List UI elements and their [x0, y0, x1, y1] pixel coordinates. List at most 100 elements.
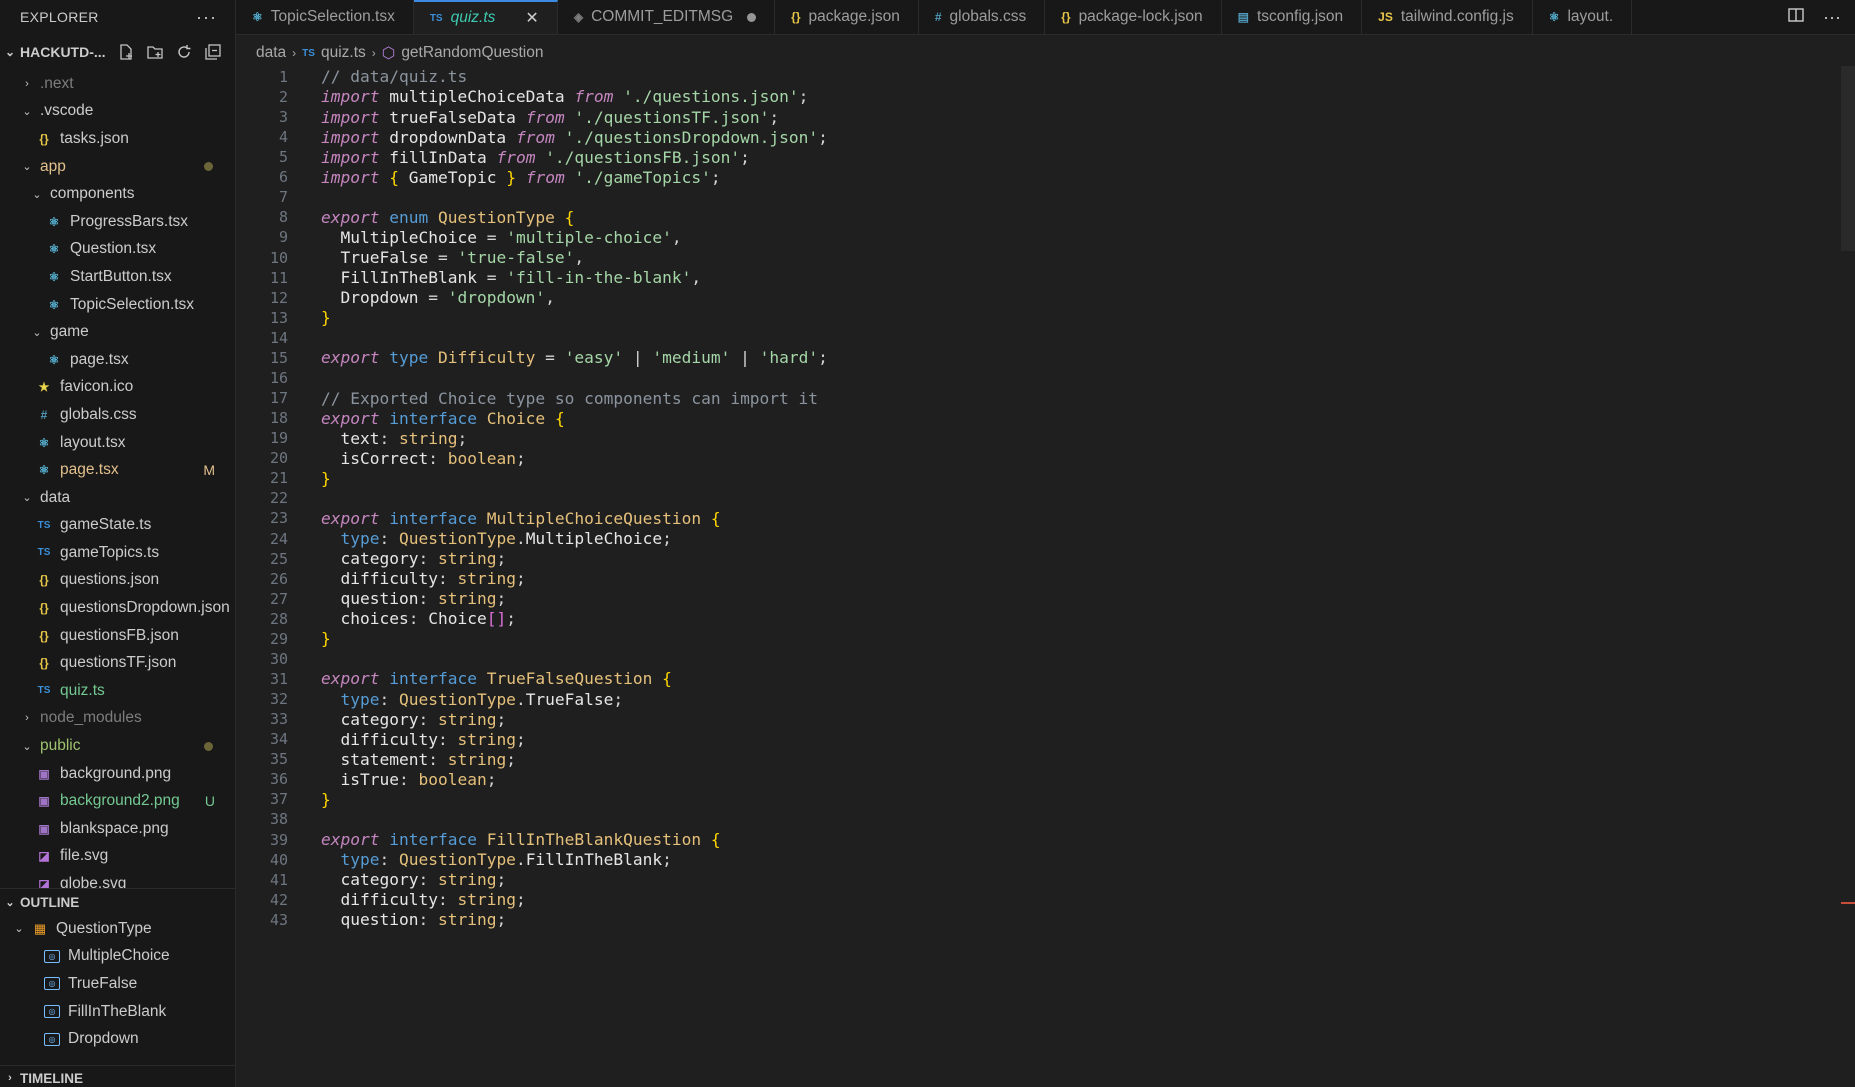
- chevron-down-icon: ⌄: [5, 896, 15, 909]
- chevron-down-icon: ⌄: [4, 45, 16, 59]
- line-number: 22: [269, 489, 288, 508]
- outline-header[interactable]: ⌄ OUTLINE: [0, 888, 235, 915]
- breadcrumb-file[interactable]: quiz.ts: [321, 44, 366, 62]
- react-icon: ⚛: [252, 10, 263, 24]
- more-actions-icon[interactable]: ···: [1823, 7, 1841, 28]
- git-icon: ◈: [573, 10, 584, 24]
- file-item[interactable]: ▣ blankspace.png: [0, 815, 235, 843]
- tab-label: layout.: [1567, 8, 1614, 25]
- collapse-all-icon[interactable]: [203, 42, 223, 62]
- editor-tab[interactable]: JS tailwind.config.js: [1362, 0, 1533, 34]
- typescript-icon: TS: [429, 12, 443, 24]
- outline-item[interactable]: ◎ MultipleChoice: [0, 943, 235, 971]
- refresh-icon[interactable]: [174, 42, 194, 62]
- file-item[interactable]: ⚛ page.tsx M: [0, 456, 235, 484]
- tree-item-label: background.png: [60, 764, 172, 782]
- editor-tab[interactable]: {} package.json: [775, 0, 919, 34]
- enum-member-icon: ◎: [44, 1032, 60, 1046]
- outline-item-label: TrueFalse: [68, 974, 138, 992]
- file-item[interactable]: ⚛ TopicSelection.tsx: [0, 291, 235, 319]
- outline-item[interactable]: ◎ TrueFalse: [0, 970, 235, 998]
- code-line: 43 question: string;: [236, 908, 1796, 932]
- line-number: 17: [269, 389, 288, 407]
- css-icon: #: [40, 407, 48, 422]
- file-item[interactable]: # globals.css: [0, 401, 235, 429]
- file-item[interactable]: ⚛ StartButton.tsx: [0, 263, 235, 291]
- image-icon: ▣: [38, 794, 50, 809]
- new-file-icon[interactable]: [116, 42, 136, 62]
- editor-tab[interactable]: ⚛ TopicSelection.tsx: [236, 0, 414, 34]
- split-editor-icon[interactable]: [1787, 6, 1805, 28]
- folder-item[interactable]: ⌄ game: [0, 318, 235, 346]
- timeline-header[interactable]: › TIMELINE: [0, 1065, 235, 1087]
- method-icon: ⬡: [381, 44, 396, 62]
- line-number: 32: [269, 690, 288, 709]
- file-item[interactable]: TS gameState.ts: [0, 512, 235, 540]
- file-item[interactable]: ⚛ Question.tsx: [0, 236, 235, 264]
- code-text: import trueFalseData from './questionsTF…: [321, 107, 780, 127]
- outline-item[interactable]: ⌄ ▦ QuestionType: [0, 915, 235, 943]
- file-item[interactable]: {} questionsTF.json: [0, 649, 235, 677]
- code-text: import dropdownData from './questionsDro…: [321, 127, 828, 147]
- line-number: 20: [269, 449, 288, 468]
- folder-item[interactable]: ⌄ .vscode: [0, 98, 235, 126]
- breadcrumb-folder[interactable]: data: [256, 44, 286, 62]
- code-text: export enum QuestionType {: [321, 207, 575, 227]
- file-item[interactable]: ▣ background.png: [0, 760, 235, 788]
- json-file-icon: {}: [39, 573, 49, 588]
- file-item[interactable]: ★ favicon.ico: [0, 374, 235, 402]
- editor-tab[interactable]: TS quiz.ts ✕: [413, 0, 558, 34]
- tab-label: quiz.ts: [450, 9, 496, 26]
- explorer-sidebar: EXPLORER ··· ⌄ HACKUTD-... › .next ⌄ .vscod…: [0, 0, 236, 1087]
- close-icon[interactable]: ✕: [525, 8, 538, 28]
- editor-tab[interactable]: {} package-lock.json: [1045, 0, 1222, 34]
- file-item[interactable]: ▣ background2.png U: [0, 787, 235, 815]
- outline-item[interactable]: ◎ FillInTheBlank: [0, 998, 235, 1026]
- file-item[interactable]: TS gameTopics.ts: [0, 539, 235, 567]
- folder-item[interactable]: ⌄ data: [0, 484, 235, 512]
- error-marker: [1841, 902, 1855, 904]
- file-item[interactable]: ⚛ page.tsx: [0, 346, 235, 374]
- tree-item-label: gameState.ts: [60, 516, 152, 534]
- breadcrumb-symbol[interactable]: getRandomQuestion: [401, 44, 543, 62]
- code-text: category: string;: [340, 709, 507, 729]
- react-icon: ⚛: [38, 463, 50, 478]
- more-actions-icon[interactable]: ···: [196, 7, 217, 28]
- tree-item-label: page.tsx: [60, 461, 119, 479]
- tab-label: COMMIT_EDITMSG: [591, 8, 734, 25]
- folder-item[interactable]: › node_modules: [0, 705, 235, 733]
- file-item[interactable]: {} questionsFB.json: [0, 622, 235, 650]
- code-text: import multipleChoiceData from './questi…: [321, 87, 809, 107]
- file-item[interactable]: TS quiz.ts: [0, 677, 235, 705]
- file-item[interactable]: {} questionsDropdown.json: [0, 594, 235, 622]
- outline-item[interactable]: ◎ Dropdown: [0, 1025, 235, 1053]
- line-number: 35: [269, 750, 288, 769]
- editor-tab[interactable]: ◈ COMMIT_EDITMSG: [558, 0, 776, 34]
- line-number: 37: [269, 790, 288, 809]
- file-item[interactable]: {} questions.json: [0, 567, 235, 595]
- editor-tab[interactable]: ⚛ layout.: [1533, 0, 1633, 34]
- editor-scrollbar[interactable]: [1841, 66, 1855, 251]
- folder-item[interactable]: ⌄ components: [0, 180, 235, 208]
- file-item[interactable]: ⚛ layout.tsx: [0, 429, 235, 457]
- new-folder-icon[interactable]: [145, 42, 165, 62]
- git-status-badge: M: [203, 462, 215, 479]
- file-item[interactable]: ◪ file.svg: [0, 843, 235, 871]
- editor-tab[interactable]: ▤ tsconfig.json: [1222, 0, 1363, 34]
- line-number: 42: [269, 890, 288, 909]
- folder-item[interactable]: ⌄ public: [0, 732, 235, 760]
- code-text: // Exported Choice type so components ca…: [321, 388, 819, 408]
- code-editor[interactable]: 1 // data/quiz.ts 2 import multipleChoiceDa…: [236, 66, 1855, 1087]
- line-number: 27: [269, 589, 288, 608]
- tree-item-label: gameTopics.ts: [60, 543, 160, 561]
- folder-item[interactable]: › .next: [0, 70, 235, 98]
- code-text: category: string;: [340, 870, 507, 890]
- chevron-down-icon: ⌄: [22, 740, 32, 753]
- project-root[interactable]: ⌄ HACKUTD-...: [0, 34, 235, 70]
- line-number: 24: [269, 529, 288, 548]
- react-icon: ⚛: [38, 435, 50, 450]
- file-item[interactable]: ⚛ ProgressBars.tsx: [0, 208, 235, 236]
- folder-item[interactable]: ⌄ app: [0, 153, 235, 181]
- file-item[interactable]: {} tasks.json: [0, 125, 235, 153]
- editor-tab[interactable]: # globals.css: [919, 0, 1046, 34]
